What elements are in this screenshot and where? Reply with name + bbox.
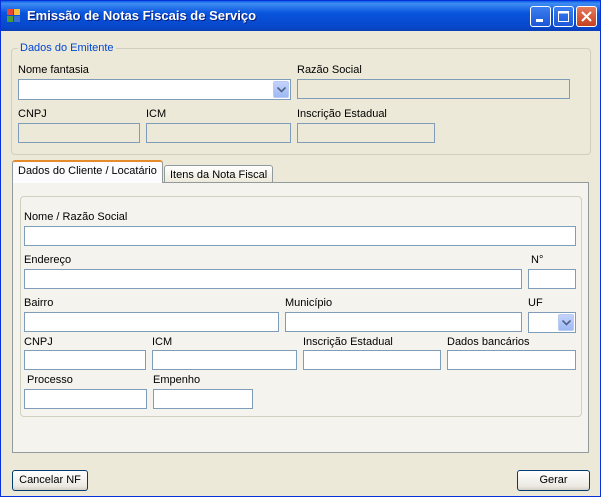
emitente-legend: Dados do Emitente xyxy=(18,42,116,54)
tab-dados-cliente[interactable]: Dados do Cliente / Locatário xyxy=(12,160,163,183)
nome-fantasia-dropdown-button[interactable] xyxy=(273,81,289,98)
cliente-inscricao-label: Inscrição Estadual xyxy=(303,336,393,348)
cliente-icm-field[interactable] xyxy=(152,350,297,370)
title-bar[interactable]: Emissão de Notas Fiscais de Serviço xyxy=(1,1,600,31)
processo-label: Processo xyxy=(27,374,73,386)
window-title: Emissão de Notas Fiscais de Serviço xyxy=(27,8,257,23)
nome-fantasia-label: Nome fantasia xyxy=(18,64,89,76)
minimize-button[interactable] xyxy=(530,6,551,27)
close-button[interactable] xyxy=(576,6,597,27)
maximize-icon xyxy=(558,11,569,22)
close-icon xyxy=(581,11,592,22)
emitente-inscricao-label: Inscrição Estadual xyxy=(297,108,387,120)
numero-field[interactable] xyxy=(528,269,576,289)
nome-razao-field[interactable] xyxy=(24,226,576,246)
emitente-cnpj-field[interactable] xyxy=(18,123,140,143)
endereco-field[interactable] xyxy=(24,269,522,289)
bairro-label: Bairro xyxy=(24,297,54,309)
nome-razao-label: Nome / Razão Social xyxy=(24,211,128,223)
endereco-label: Endereço xyxy=(24,254,72,266)
dados-bancarios-label: Dados bancários xyxy=(447,336,530,348)
processo-field[interactable] xyxy=(24,389,147,409)
uf-combo[interactable] xyxy=(528,312,576,333)
razao-social-label: Razão Social xyxy=(297,64,362,76)
tab-itens-nota[interactable]: Itens da Nota Fiscal xyxy=(164,165,274,183)
app-icon xyxy=(7,9,21,23)
cliente-cnpj-field[interactable] xyxy=(24,350,146,370)
bairro-field[interactable] xyxy=(24,312,279,332)
chevron-down-icon xyxy=(277,87,286,93)
emitente-icm-label: ICM xyxy=(146,108,167,120)
uf-label: UF xyxy=(528,297,543,309)
municipio-field[interactable] xyxy=(285,312,522,332)
nome-fantasia-combo[interactable] xyxy=(18,79,291,100)
gerar-button[interactable]: Gerar xyxy=(517,470,590,491)
uf-dropdown-button[interactable] xyxy=(558,314,574,331)
emitente-icm-field[interactable] xyxy=(146,123,291,143)
chevron-down-icon xyxy=(562,320,571,326)
municipio-label: Município xyxy=(285,297,333,309)
cancelar-nf-button[interactable]: Cancelar NF xyxy=(12,470,88,491)
minimize-icon xyxy=(536,19,543,22)
emitente-inscricao-field[interactable] xyxy=(297,123,435,143)
main-window: Emissão de Notas Fiscais de Serviço Dado… xyxy=(0,0,601,497)
empenho-field[interactable] xyxy=(153,389,253,409)
dados-bancarios-field[interactable] xyxy=(447,350,576,370)
emitente-cnpj-label: CNPJ xyxy=(18,108,47,120)
razao-social-field[interactable] xyxy=(297,79,570,99)
empenho-label: Empenho xyxy=(153,374,201,386)
cliente-inscricao-field[interactable] xyxy=(303,350,441,370)
numero-label: N° xyxy=(531,254,544,266)
cliente-icm-label: ICM xyxy=(152,336,173,348)
maximize-button[interactable] xyxy=(553,6,574,27)
cliente-cnpj-label: CNPJ xyxy=(24,336,53,348)
